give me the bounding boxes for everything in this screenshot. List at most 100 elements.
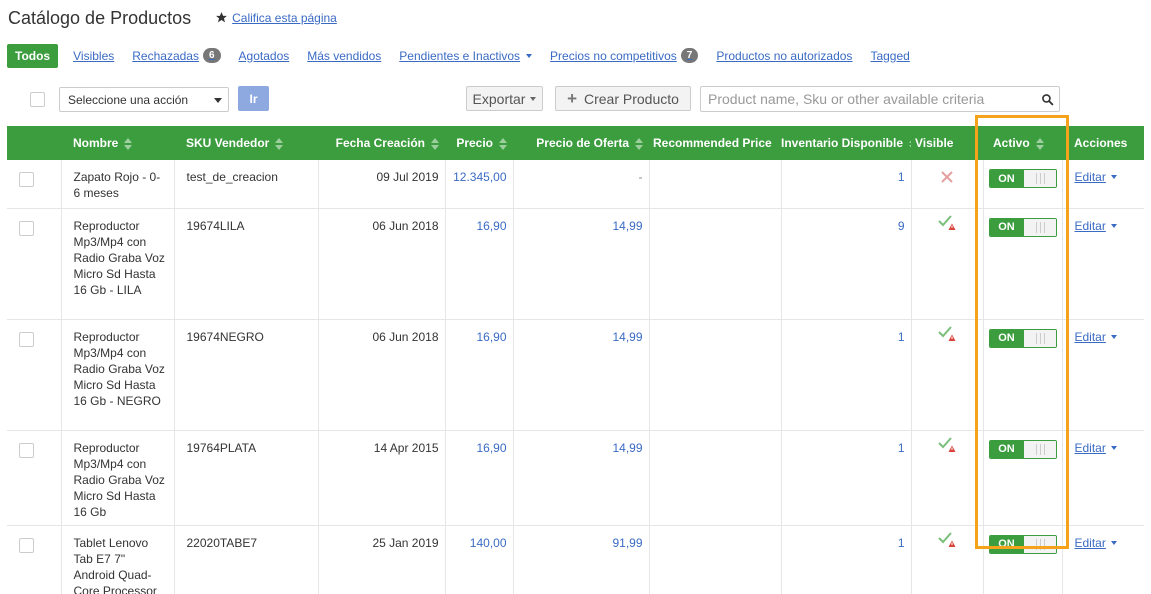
product-date: 06 Jun 2018 bbox=[318, 208, 446, 320]
row-checkbox[interactable] bbox=[19, 537, 34, 553]
count-badge: 7 bbox=[680, 48, 699, 63]
header-fecha-creacion[interactable]: Fecha Creación bbox=[318, 126, 445, 160]
table-row: Reproductor Mp3/Mp4 con Radio Graba Voz … bbox=[7, 319, 1144, 431]
check-warning-icon bbox=[938, 436, 956, 452]
active-toggle[interactable]: ON bbox=[988, 328, 1057, 348]
visible-cell bbox=[911, 319, 984, 431]
toggle-on-label: ON bbox=[989, 535, 1024, 553]
plus-icon: + bbox=[567, 89, 577, 108]
tab-pendientes-inactivos[interactable]: Pendientes e Inactivos bbox=[399, 48, 533, 63]
header-select bbox=[7, 126, 61, 160]
sort-icon bbox=[499, 137, 507, 150]
sort-icon bbox=[124, 137, 133, 150]
create-product-label: Crear Producto bbox=[584, 90, 679, 107]
header-sku-vendedor[interactable]: SKU Vendedor bbox=[174, 126, 318, 160]
toggle-handle bbox=[1023, 329, 1056, 347]
tab-precios-no-competitivos[interactable]: Precios no competitivos 7 bbox=[550, 48, 699, 63]
rate-page[interactable]: Califica esta página bbox=[215, 11, 337, 25]
row-select-cell bbox=[7, 160, 62, 209]
header-visible: Visible bbox=[911, 126, 983, 160]
product-price[interactable]: 16,90 bbox=[445, 319, 514, 431]
product-price[interactable]: 140,00 bbox=[445, 525, 514, 594]
chevron-down-icon bbox=[214, 98, 222, 103]
edit-dropdown[interactable]: Editar bbox=[1075, 218, 1117, 234]
product-stock[interactable]: 1 bbox=[781, 160, 912, 209]
actions-cell: Editar bbox=[1062, 160, 1144, 209]
product-offer[interactable]: 14,99 bbox=[513, 208, 650, 320]
chevron-down-icon bbox=[1110, 445, 1117, 450]
star-icon bbox=[216, 12, 228, 23]
product-name: Reproductor Mp3/Mp4 con Radio Graba Voz … bbox=[61, 208, 175, 320]
sort-icon bbox=[431, 137, 439, 150]
product-offer[interactable]: 14,99 bbox=[513, 430, 650, 526]
product-name: Tablet Lenovo Tab E7 7" Android Quad-Cor… bbox=[61, 525, 175, 594]
product-stock[interactable]: 1 bbox=[781, 319, 912, 431]
header-nombre[interactable]: Nombre bbox=[61, 126, 174, 160]
product-price[interactable]: 12.345,00 bbox=[445, 160, 514, 209]
product-stock[interactable]: 1 bbox=[781, 525, 912, 594]
edit-dropdown[interactable]: Editar bbox=[1075, 440, 1117, 456]
toggle-handle bbox=[1023, 170, 1056, 187]
product-price[interactable]: 16,90 bbox=[445, 208, 514, 320]
product-name: Reproductor Mp3/Mp4 con Radio Graba Voz … bbox=[61, 319, 175, 431]
header-activo[interactable]: Activo bbox=[983, 126, 1062, 160]
table-row: Reproductor Mp3/Mp4 con Radio Graba Voz … bbox=[7, 430, 1144, 526]
edit-dropdown[interactable]: Editar bbox=[1075, 169, 1117, 185]
toggle-handle bbox=[1023, 440, 1056, 458]
bulk-action-select[interactable]: Seleccione una acción bbox=[59, 87, 229, 112]
product-stock[interactable]: 9 bbox=[781, 208, 912, 320]
chevron-down-icon bbox=[1110, 175, 1117, 179]
active-cell: ON bbox=[983, 319, 1063, 431]
header-precio-oferta[interactable]: Precio de Oferta bbox=[513, 126, 649, 160]
header-label: SKU Vendedor bbox=[186, 136, 270, 150]
active-toggle[interactable]: ON bbox=[988, 169, 1057, 188]
active-toggle[interactable]: ON bbox=[988, 439, 1057, 459]
table-row: Tablet Lenovo Tab E7 7" Android Quad-Cor… bbox=[7, 525, 1144, 594]
row-checkbox[interactable] bbox=[19, 220, 34, 236]
header-precio[interactable]: Precio bbox=[445, 126, 513, 160]
tab-tagged[interactable]: Tagged bbox=[870, 49, 909, 63]
tab-rechazadas[interactable]: Rechazadas 6 bbox=[132, 48, 221, 63]
product-offer[interactable]: 14,99 bbox=[513, 319, 650, 431]
search-input[interactable] bbox=[701, 87, 1021, 111]
row-select-cell bbox=[7, 319, 62, 431]
header-recommended-price[interactable]: Recommended Price bbox=[649, 126, 781, 160]
visible-cell bbox=[911, 208, 984, 320]
rate-page-link[interactable]: Califica esta página bbox=[232, 11, 337, 25]
row-select-cell bbox=[7, 430, 62, 526]
go-button[interactable]: Ir bbox=[238, 86, 269, 111]
cross-icon bbox=[941, 171, 953, 183]
active-toggle[interactable]: ON bbox=[988, 217, 1057, 237]
select-all-checkbox[interactable] bbox=[30, 92, 45, 107]
tab-visibles[interactable]: Visibles bbox=[73, 49, 114, 63]
tab-label: Pendientes e Inactivos bbox=[399, 48, 521, 63]
visible-cell bbox=[911, 430, 984, 526]
search-icon[interactable] bbox=[1041, 93, 1054, 106]
header-label: Precio bbox=[456, 136, 493, 150]
tab-agotados[interactable]: Agotados bbox=[239, 49, 290, 63]
search-box bbox=[700, 86, 1060, 112]
row-checkbox[interactable] bbox=[19, 331, 34, 347]
product-offer[interactable]: - bbox=[513, 160, 650, 209]
sort-icon bbox=[635, 137, 643, 150]
tab-mas-vendidos[interactable]: Más vendidos bbox=[307, 49, 381, 63]
product-offer[interactable]: 91,99 bbox=[513, 525, 650, 594]
filter-tabs: Todos Visibles Rechazadas 6 Agotados Más … bbox=[7, 43, 928, 68]
tab-productos-no-autorizados[interactable]: Productos no autorizados bbox=[716, 49, 852, 63]
row-checkbox[interactable] bbox=[19, 442, 34, 458]
row-checkbox[interactable] bbox=[19, 172, 34, 187]
edit-dropdown[interactable]: Editar bbox=[1075, 329, 1117, 345]
header-inventario[interactable]: Inventario Disponible bbox=[781, 126, 918, 160]
header-label: Recommended Price bbox=[653, 136, 772, 150]
export-button[interactable]: Exportar bbox=[466, 86, 543, 111]
active-toggle[interactable]: ON bbox=[988, 534, 1057, 554]
product-price[interactable]: 16,90 bbox=[445, 430, 514, 526]
header-label: Nombre bbox=[73, 136, 119, 150]
tab-todos[interactable]: Todos bbox=[7, 43, 59, 68]
product-stock[interactable]: 1 bbox=[781, 430, 912, 526]
actions-cell: Editar bbox=[1062, 430, 1144, 526]
edit-dropdown[interactable]: Editar bbox=[1075, 535, 1117, 551]
edit-label: Editar bbox=[1074, 440, 1106, 455]
create-product-button[interactable]: + Crear Producto bbox=[555, 86, 691, 111]
product-table: Nombre SKU Vendedor Fecha Creación Preci… bbox=[7, 126, 1144, 594]
